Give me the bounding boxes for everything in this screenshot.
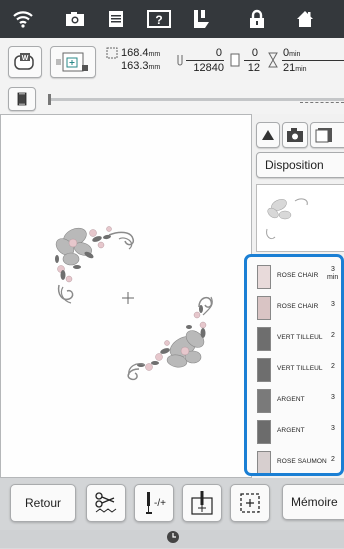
stitch-count-icon: [176, 54, 184, 73]
design-preview-thumbnail: [266, 198, 308, 240]
memory-button-label: Mémoire: [291, 495, 338, 509]
height-value: 163.3: [121, 60, 149, 72]
thread-time: 2: [331, 332, 335, 339]
back-button[interactable]: Retour: [10, 484, 76, 522]
thread-swatch: [257, 451, 271, 473]
time-total-unit: min: [295, 66, 307, 73]
help-icon[interactable]: ?: [146, 6, 172, 32]
jump-stitch-trim-button[interactable]: [86, 484, 126, 522]
thread-name: ROSE CHAIR: [277, 303, 319, 310]
thread-swatch: [257, 327, 271, 351]
bottom-toolbar: Retour -/+ Mémoire: [0, 478, 344, 530]
thread-swatch: [257, 420, 271, 444]
design-width: 168.4mm: [121, 47, 160, 61]
thread-time: 3: [331, 425, 335, 432]
thread-swatch: [257, 389, 271, 413]
trial-frame-icon: [240, 493, 260, 513]
needle-position-button[interactable]: [182, 484, 222, 522]
needle-adjust-button[interactable]: -/+: [134, 484, 174, 522]
width-value: 168.4: [121, 47, 149, 59]
trial-button[interactable]: [230, 484, 270, 522]
color-current: 0: [251, 47, 258, 59]
height-unit: mm: [148, 64, 161, 71]
scissors-icon: [95, 492, 117, 513]
time-current: 0min: [283, 47, 300, 61]
stitch-divider: [186, 60, 224, 61]
color-count-icon: [230, 53, 240, 72]
layout-button[interactable]: Disposition: [256, 152, 344, 178]
stitch-progress-handle[interactable]: [48, 94, 51, 105]
view-button[interactable]: [310, 122, 344, 148]
hourglass-icon: [268, 52, 278, 73]
info-bar: W 168.4mm 163.3mm 0 12840 0 12 0min 21mi…: [0, 38, 344, 85]
back-button-label: Retour: [24, 496, 62, 510]
design-height: 163.3mm: [121, 60, 160, 74]
needle-icon: -/+: [146, 492, 166, 514]
document-icon[interactable]: [103, 6, 129, 32]
thread-time: 3: [331, 301, 335, 308]
lock-icon[interactable]: [244, 6, 270, 32]
thread-name: ROSE CHAIR: [277, 272, 319, 279]
thread-color-button[interactable]: [8, 87, 36, 111]
size-icon: [106, 46, 120, 60]
frame-size-button[interactable]: [50, 46, 96, 78]
time-total-value: 21: [283, 62, 296, 74]
embroidery-canvas[interactable]: [0, 114, 252, 478]
clock-icon: [166, 530, 180, 544]
thread-time: 2: [331, 363, 335, 370]
time-current-unit: min: [289, 51, 301, 58]
presser-foot-icon[interactable]: [189, 6, 215, 32]
thread-time: 3: [331, 266, 335, 273]
list-item[interactable]: ROSE SAUMON 2: [253, 445, 341, 473]
thread-time-unit: min: [327, 274, 339, 281]
thread-name: ROSE SAUMON: [277, 458, 327, 465]
svg-text:-/+: -/+: [154, 498, 166, 509]
thread-swatch: [257, 265, 271, 289]
progress-marker: [300, 94, 344, 103]
thread-name: VERT TILLEUL: [277, 365, 323, 372]
color-total: 12: [247, 62, 260, 74]
thread-color-list[interactable]: ROSE CHAIR 3 min ROSE CHAIR 3 VERT TILLE…: [244, 254, 344, 476]
footer: [0, 530, 344, 548]
thread-name: VERT TILLEUL: [277, 334, 323, 341]
svg-text:?: ?: [155, 13, 162, 27]
stitch-current: 0: [215, 47, 222, 59]
thread-swatch: [257, 296, 271, 320]
camera-scan-button[interactable]: [282, 122, 308, 148]
right-panel: Disposition ROSE CHAIR 3 min ROSE CHAIR …: [244, 114, 344, 478]
needle-position-icon: [191, 491, 213, 515]
move-up-button[interactable]: [256, 122, 280, 148]
width-unit: mm: [148, 51, 161, 58]
svg-text:W: W: [22, 55, 29, 62]
thread-name: ARGENT: [277, 396, 305, 403]
time-total: 21min: [283, 62, 307, 76]
thread-time: 2: [331, 456, 335, 463]
thread-swatch: [257, 358, 271, 382]
color-divider: [244, 60, 260, 61]
time-divider: [282, 60, 344, 61]
status-bar: ?: [0, 0, 344, 38]
stitch-total: 12840: [193, 62, 224, 74]
progress-row: [0, 84, 344, 114]
layout-button-label: Disposition: [265, 158, 324, 172]
thread-time: 3: [331, 394, 335, 401]
camera-icon[interactable]: [62, 6, 88, 32]
design-preview[interactable]: [256, 184, 344, 252]
home-icon[interactable]: [292, 6, 318, 32]
memory-button[interactable]: Mémoire: [282, 484, 344, 520]
corner-flower-design-bottom-right: [127, 296, 213, 381]
embroidery-frame-button[interactable]: W: [8, 46, 42, 78]
wifi-icon[interactable]: [10, 6, 36, 32]
thread-name: ARGENT: [277, 427, 305, 434]
